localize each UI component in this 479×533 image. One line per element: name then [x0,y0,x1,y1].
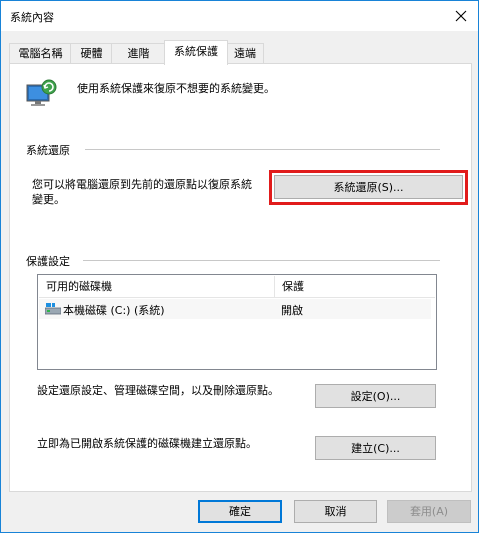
ok-button[interactable]: 確定 [198,500,282,523]
window-title: 系統內容 [10,11,54,24]
title-bar: 系統內容 [1,1,478,31]
header-description: 使用系統保護來復原不想要的系統變更。 [77,82,275,95]
tab-advanced[interactable]: 進階 [111,43,166,64]
tab-system-protection[interactable]: 系統保護 [164,40,228,65]
tab-label: 系統保護 [174,45,218,58]
system-properties-window: 系統內容 電腦名稱 硬體 進階 系統保護 遠端 使用系統保護來復原不想要的系統變… [0,0,479,533]
drive-list[interactable]: 可用的磁碟機 保護 本機磁碟 (C:) (系統) 開啟 [37,274,437,370]
section-title-protection-settings: 保護設定 [26,255,70,268]
tab-label: 電腦名稱 [18,47,63,60]
tab-label: 硬體 [80,47,103,60]
create-description: 立即為已開啟系統保護的磁碟機建立還原點。 [37,437,257,450]
highlight-box [269,170,468,205]
tab-hardware[interactable]: 硬體 [70,43,113,64]
tab-remote[interactable]: 遠端 [226,43,264,64]
table-row[interactable]: 本機磁碟 (C:) (系統) 開啟 [39,299,431,319]
restore-description-line2: 變更。 [32,193,65,206]
configure-description: 設定還原設定、管理磁碟空間，以及刪除還原點。 [37,384,279,397]
cancel-button[interactable]: 取消 [294,500,377,523]
close-button[interactable] [444,1,478,31]
restore-description-line1: 您可以將電腦還原到先前的還原點以復原系統 [32,178,252,191]
column-header-protection[interactable]: 保護 [275,276,432,297]
close-icon [455,10,467,22]
apply-button[interactable]: 套用(A) [387,500,471,523]
system-protection-icon [26,79,57,106]
drive-name: 本機磁碟 (C:) (系統) [63,304,165,317]
tab-label: 進階 [127,47,150,60]
create-button[interactable]: 建立(C)... [315,436,436,460]
configure-button[interactable]: 設定(O)... [315,384,436,408]
section-divider [83,260,440,261]
section-divider [85,149,440,150]
tab-label: 遠端 [234,47,256,60]
drive-icon [45,303,61,315]
list-header: 可用的磁碟機 保護 [39,276,435,298]
section-title-system-restore: 系統還原 [26,144,70,157]
tab-computer-name[interactable]: 電腦名稱 [9,43,72,64]
drive-protection-status: 開啟 [281,304,303,317]
column-header-drive[interactable]: 可用的磁碟機 [39,276,275,297]
